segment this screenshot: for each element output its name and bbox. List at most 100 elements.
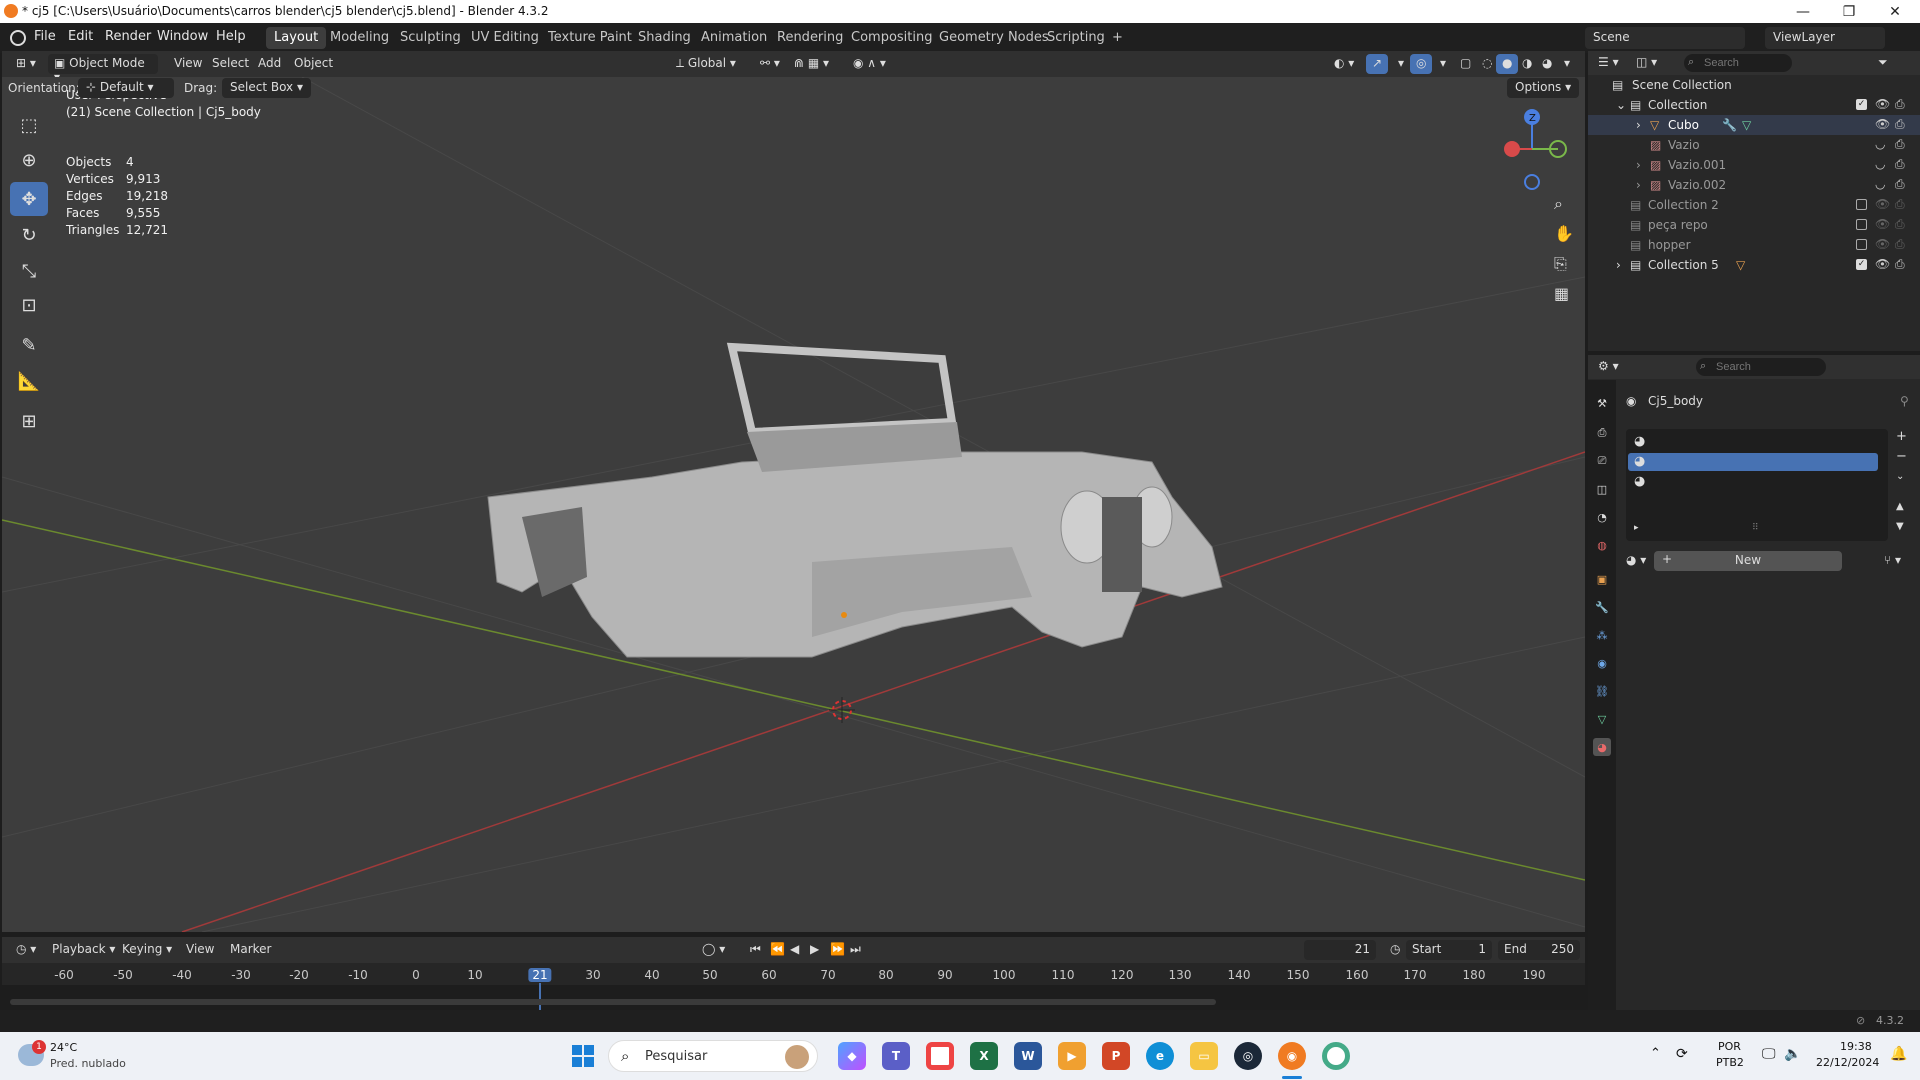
hidden-eye-icon[interactable]: ◡	[1875, 137, 1885, 151]
chrome-icon[interactable]	[926, 1042, 954, 1070]
media-player-icon[interactable]: ▶	[1058, 1042, 1086, 1070]
outliner-search-input[interactable]	[1684, 54, 1792, 72]
gizmo-dropdown-icon[interactable]: ▾	[1392, 54, 1410, 74]
tab-animation[interactable]: Animation	[693, 27, 775, 49]
hidden-eye-icon[interactable]: ◡	[1875, 157, 1885, 171]
add-workspace-button[interactable]: +	[1104, 27, 1131, 49]
menu-keying[interactable]: Keying ▾	[116, 940, 178, 960]
blender-menu-icon[interactable]	[10, 30, 26, 46]
auto-keying-icon[interactable]: ◯ ▾	[696, 940, 731, 960]
exclude-checkbox[interactable]: ✓	[1856, 259, 1867, 270]
volume-icon[interactable]: 🔈	[1784, 1046, 1801, 1062]
display-mode-icon[interactable]: ◫ ▾	[1636, 55, 1657, 69]
properties-search-input[interactable]	[1696, 358, 1826, 376]
pan-hand-icon[interactable]: ✋	[1554, 224, 1574, 243]
visibility-eye-icon[interactable]: 👁	[1875, 257, 1890, 271]
outliner-row-vazio-001[interactable]: › ▨ Vazio.001 ◡ ⎙	[1588, 155, 1920, 175]
close-button[interactable]: ✕	[1872, 0, 1918, 23]
view-layer-tab-icon[interactable]: ◫	[1593, 480, 1611, 498]
cursor-tool-icon[interactable]: ⊕	[10, 143, 48, 177]
data-tab-icon[interactable]: ▽	[1593, 710, 1611, 728]
render-camera-icon[interactable]: ⎙	[1895, 177, 1905, 192]
copilot-icon[interactable]: ◆	[838, 1042, 866, 1070]
chrome-profile-icon[interactable]	[1322, 1042, 1350, 1070]
timeline-scrollbar[interactable]	[10, 999, 1216, 1005]
visibility-eye-icon[interactable]: 👁	[1875, 217, 1890, 231]
constraints-tab-icon[interactable]: ⛓	[1593, 682, 1611, 700]
zoom-icon[interactable]: ⌕	[1554, 194, 1563, 214]
scene-selector[interactable]: Scene	[1585, 27, 1745, 49]
excel-icon[interactable]: X	[970, 1042, 998, 1070]
tab-shading[interactable]: Shading	[630, 27, 699, 49]
tab-uv-editing[interactable]: UV Editing	[463, 27, 547, 49]
gizmo-toggle-icon[interactable]: ↗	[1366, 54, 1389, 74]
overlay-toggle-icon[interactable]: ◎	[1410, 54, 1433, 74]
ortho-grid-icon[interactable]: ▦	[1554, 284, 1569, 303]
expand-chevron-icon[interactable]: ⌄	[1616, 98, 1626, 112]
menu-object[interactable]: Object	[288, 54, 339, 74]
render-camera-icon[interactable]: ⎙	[1895, 217, 1905, 232]
expand-chevron-icon[interactable]: ›	[1616, 258, 1621, 272]
tab-modeling[interactable]: Modeling	[322, 27, 397, 49]
render-camera-icon[interactable]: ⎙	[1895, 237, 1905, 252]
menu-playback[interactable]: Playback ▾	[46, 940, 121, 960]
render-camera-icon[interactable]: ⎙	[1895, 117, 1905, 132]
output-tab-icon[interactable]: ⎚	[1593, 452, 1611, 470]
timeline-area[interactable]: -60 -50 -40 -30 -20 -10 0 10 21 30 40 50…	[2, 963, 1585, 1010]
start-frame-field[interactable]: Start 1	[1406, 940, 1492, 960]
rendered-shading-icon[interactable]: ◕	[1536, 54, 1558, 74]
physics-tab-icon[interactable]: ◉	[1593, 654, 1611, 672]
exclude-checkbox[interactable]	[1856, 199, 1867, 210]
expand-chevron-icon[interactable]: ›	[1636, 178, 1641, 192]
view-layer-selector[interactable]: ViewLayer	[1765, 27, 1885, 49]
steam-icon[interactable]: ◎	[1234, 1042, 1262, 1070]
outliner-row-vazio-002[interactable]: › ▨ Vazio.002 ◡ ⎙	[1588, 175, 1920, 195]
outliner-row-collection[interactable]: ⌄ ▤ Collection ✓ 👁 ⎙	[1588, 95, 1920, 115]
tab-layout[interactable]: Layout	[266, 27, 327, 49]
mode-dropdown[interactable]: ▣ Object Mode ▾	[48, 54, 158, 84]
outliner-row-collection-2[interactable]: ▤ Collection 2 👁 ⎙	[1588, 195, 1920, 215]
visibility-eye-icon[interactable]: 👁	[1875, 97, 1890, 111]
menu-help[interactable]: Help	[216, 29, 246, 44]
keyboard-layout-label[interactable]: PTB2	[1716, 1056, 1744, 1069]
proportional-edit-icon[interactable]: ◉ ∧ ▾	[847, 54, 892, 74]
outliner-editor-type-icon[interactable]: ☰ ▾	[1598, 55, 1619, 69]
render-camera-icon[interactable]: ⎙	[1895, 137, 1905, 152]
tab-rendering[interactable]: Rendering	[769, 27, 851, 49]
orientation-dropdown[interactable]: ⊹ Default ▾	[78, 78, 174, 98]
menu-edit[interactable]: Edit	[68, 29, 93, 44]
world-tab-icon[interactable]: ◍	[1593, 536, 1611, 554]
visibility-eye-icon[interactable]: 👁	[1875, 197, 1890, 211]
render-camera-icon[interactable]: ⎙	[1895, 197, 1905, 212]
object-tab-icon[interactable]: ▣	[1593, 570, 1611, 588]
menu-file[interactable]: File	[34, 29, 56, 44]
add-slot-icon[interactable]: +	[1896, 429, 1907, 444]
current-frame-field[interactable]: 21	[1304, 940, 1376, 960]
preview-range-icon[interactable]: ◷	[1384, 940, 1406, 960]
file-explorer-icon[interactable]: ▭	[1190, 1042, 1218, 1070]
pivot-icon[interactable]: ⚯ ▾	[754, 54, 786, 74]
tab-scripting[interactable]: Scripting	[1039, 27, 1113, 49]
render-camera-icon[interactable]: ⎙	[1895, 97, 1905, 112]
camera-view-icon[interactable]: ⎘	[1554, 254, 1567, 274]
slot-menu-icon[interactable]: ⌄	[1896, 471, 1904, 482]
tool-tab-icon[interactable]: ⚒	[1593, 394, 1611, 412]
menu-timeline-view[interactable]: View	[180, 940, 220, 960]
list-expand-icon[interactable]: ▸	[1634, 523, 1639, 533]
language-label[interactable]: POR	[1718, 1040, 1741, 1053]
remove-slot-icon[interactable]: −	[1896, 449, 1907, 464]
exclude-checkbox[interactable]: ✓	[1856, 99, 1867, 110]
shading-dropdown-icon[interactable]: ▾	[1558, 54, 1576, 74]
material-slot-selected[interactable]: ◕	[1628, 453, 1878, 471]
menu-render[interactable]: Render	[105, 29, 151, 44]
menu-add[interactable]: Add	[252, 54, 287, 74]
outliner-row-peca-repo[interactable]: ▤ peça repo 👁 ⎙	[1588, 215, 1920, 235]
hidden-eye-icon[interactable]: ◡	[1875, 177, 1885, 191]
outliner-row-scene-collection[interactable]: ▤ Scene Collection	[1588, 75, 1920, 95]
tab-geometry-nodes[interactable]: Geometry Nodes	[931, 27, 1057, 49]
visibility-eye-icon[interactable]: 👁	[1875, 237, 1890, 251]
tab-sculpting[interactable]: Sculpting	[392, 27, 469, 49]
jeep-model[interactable]	[487, 342, 1223, 658]
tab-texture-paint[interactable]: Texture Paint	[540, 27, 640, 49]
scene-tab-icon[interactable]: ◔	[1593, 508, 1611, 526]
